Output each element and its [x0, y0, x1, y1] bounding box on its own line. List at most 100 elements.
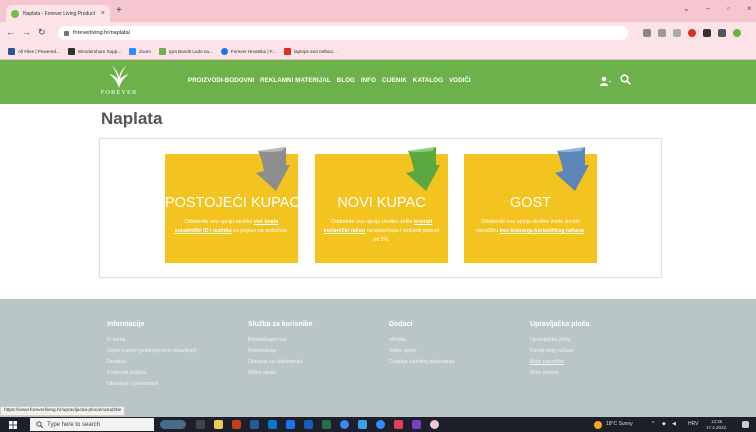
minimize-icon[interactable]: –: [706, 4, 710, 13]
nav-item-blog[interactable]: BLOG: [337, 77, 355, 84]
new-customer-card[interactable]: NOVI KUPAC Odaberite ovu opciju ukoliko …: [315, 147, 448, 263]
address-bar[interactable]: foreverliving.hr/naplata/: [58, 26, 628, 40]
bookmark-label: laptops and netboo...: [293, 49, 337, 54]
back-arrow-icon[interactable]: ←: [6, 27, 15, 37]
footer-link[interactable]: Moje adrese: [530, 368, 590, 379]
footer-heading: Upravljačka ploča: [530, 321, 590, 328]
excel-icon[interactable]: [322, 420, 331, 429]
puzzle-icon[interactable]: [703, 29, 711, 37]
footer-link[interactable]: Video upute: [248, 368, 313, 379]
card-desc-text: Odaberite ovu opciju ukoliko želite: [330, 219, 415, 225]
search-icon[interactable]: [620, 74, 631, 87]
reload-icon[interactable]: ↻: [38, 27, 46, 37]
card-desc-text: .: [583, 228, 586, 234]
card-desc-link[interactable]: bez kreiranja korisničkog računa: [500, 228, 584, 234]
outlook-icon[interactable]: [304, 420, 313, 429]
nav-item-proizvodi[interactable]: PROIZVODI-BODOVNI: [188, 77, 254, 84]
weather-icon[interactable]: [594, 421, 602, 429]
nav-item-cijenik[interactable]: CIJENIK: [382, 77, 407, 84]
browser-toolbar: ← → ↻ foreverliving.hr/naplata/: [0, 22, 756, 44]
close-tab-icon[interactable]: ×: [101, 10, 105, 17]
nav-item-vodici[interactable]: VODIČI: [449, 77, 471, 84]
status-bar-url: https://www.foreverliving.hr/upravljacka…: [0, 406, 126, 416]
bookmark-item[interactable]: All Files | Powered...: [8, 48, 60, 55]
star-icon[interactable]: [673, 29, 681, 37]
zoom-icon[interactable]: [376, 420, 385, 429]
language-indicator[interactable]: HRV: [688, 421, 698, 427]
bookmark-label: All Files | Powered...: [18, 49, 60, 54]
bookmark-item[interactable]: Zoom: [129, 48, 151, 55]
file-explorer-icon[interactable]: [214, 420, 223, 429]
footer-link[interactable]: eKnjine: [389, 335, 454, 346]
footer-link[interactable]: Kontaktirajte nas: [248, 335, 313, 346]
footer-link[interactable]: Upravljačka ploča: [530, 335, 590, 346]
nav-item-reklamni-materijal[interactable]: REKLAMNI MATERIJAL: [260, 77, 331, 84]
footer-link[interactable]: Obavijest o privatnosti: [107, 379, 197, 390]
guest-card[interactable]: GOST Odaberite ovu opciju ukoliko želite…: [464, 147, 597, 263]
task-view-icon[interactable]: [196, 420, 205, 429]
chrome-icon[interactable]: [340, 420, 349, 429]
bookmark-item[interactable]: Wondershare Supp...: [67, 48, 122, 55]
taskbar-search[interactable]: Type here to search: [30, 418, 154, 431]
key-icon[interactable]: [643, 29, 651, 37]
footer-link[interactable]: Gradnja vlastitog poslovanja: [389, 357, 454, 368]
existing-customer-card[interactable]: POSTOJEĆI KUPAC Odaberite ovu opciju uko…: [165, 147, 300, 263]
footer-link[interactable]: Poslovna politika: [107, 368, 197, 379]
bookmark-item[interactable]: laptops and netboo...: [283, 48, 337, 55]
bookmark-label: Forever Hrvatska | F...: [230, 49, 276, 54]
bookmark-icon: [129, 48, 137, 55]
card-title: NOVI KUPAC: [337, 195, 426, 211]
taskbar-clock[interactable]: 12:36 17.4.2022.: [706, 419, 727, 430]
chevron-down-icon[interactable]: ⌄: [683, 4, 690, 13]
footer-link[interactable]: Detalji mog računa: [530, 346, 590, 357]
footer-column-upravljacka-ploca: Upravljačka ploča Upravljačka ploča Deta…: [530, 321, 590, 379]
lock-icon: [64, 30, 69, 36]
app-icon[interactable]: [394, 420, 403, 429]
forever-logo[interactable]: FOREVER: [97, 64, 141, 100]
forward-arrow-icon[interactable]: →: [22, 27, 31, 37]
store-icon[interactable]: [286, 420, 295, 429]
footer-link-hovered[interactable]: Moje narudžbe: [530, 357, 590, 368]
bookmark-label: Wondershare Supp...: [77, 49, 122, 54]
edge-icon[interactable]: [268, 420, 277, 429]
footer-link[interactable]: Obrazac za reklamaciju: [248, 357, 313, 368]
chrome-profile-icon[interactable]: [430, 420, 439, 429]
footer-heading: Služba za korisnike: [248, 321, 313, 328]
notifications-icon[interactable]: [742, 421, 749, 428]
maximize-icon[interactable]: ▫: [727, 4, 730, 13]
footer-link[interactable]: Uvjeti kupnje (predugovorne obavijesti): [107, 346, 197, 357]
tab-title: Naplata - Forever Living Product: [23, 10, 95, 17]
windows-start-icon[interactable]: [9, 421, 17, 429]
office-icon[interactable]: [232, 420, 241, 429]
photoshop-icon[interactable]: [412, 420, 421, 429]
news-widget-icon[interactable]: [160, 420, 186, 429]
extension-icon[interactable]: [688, 29, 696, 37]
nav-item-info[interactable]: INFO: [361, 77, 376, 84]
nav-item-katalog[interactable]: KATALOG: [413, 77, 443, 84]
user-icon[interactable]: [600, 76, 612, 88]
footer-link[interactable]: Dostava: [107, 357, 197, 368]
sidebar-icon[interactable]: [718, 29, 726, 37]
footer-link[interactable]: O nama: [107, 335, 197, 346]
profile-avatar-icon[interactable]: [733, 29, 741, 37]
clock-date: 17.4.2022.: [706, 424, 728, 430]
new-tab-button[interactable]: +: [116, 6, 122, 16]
card-description: Odaberite ovu opciju ukoliko želite izvr…: [472, 218, 589, 236]
tray-chevron-icon[interactable]: ^: [652, 421, 654, 427]
close-window-icon[interactable]: ×: [747, 4, 752, 13]
url-text: foreverliving.hr/naplata/: [73, 30, 131, 36]
footer-link[interactable]: Video upute: [389, 346, 454, 357]
word-icon[interactable]: [250, 420, 259, 429]
windows-taskbar: Type here to search 18°C Sunny ^ ◆ ◀ HRV…: [0, 417, 756, 432]
share-icon[interactable]: [658, 29, 666, 37]
bookmark-item[interactable]: Igra Bandit Ludo na...: [158, 48, 213, 55]
network-icon[interactable]: ◆: [662, 421, 666, 427]
footer-link[interactable]: Reklamacije: [248, 346, 313, 357]
mail-icon[interactable]: [358, 420, 367, 429]
browser-tab[interactable]: Naplata - Forever Living Product ×: [6, 5, 110, 22]
aloe-logo-icon: [109, 66, 129, 88]
speaker-icon[interactable]: ◀: [672, 421, 676, 427]
bookmark-item[interactable]: Forever Hrvatska | F...: [220, 48, 276, 55]
weather-text[interactable]: 18°C Sunny: [606, 421, 633, 427]
bookmarks-bar: All Files | Powered... Wondershare Supp.…: [0, 44, 756, 60]
